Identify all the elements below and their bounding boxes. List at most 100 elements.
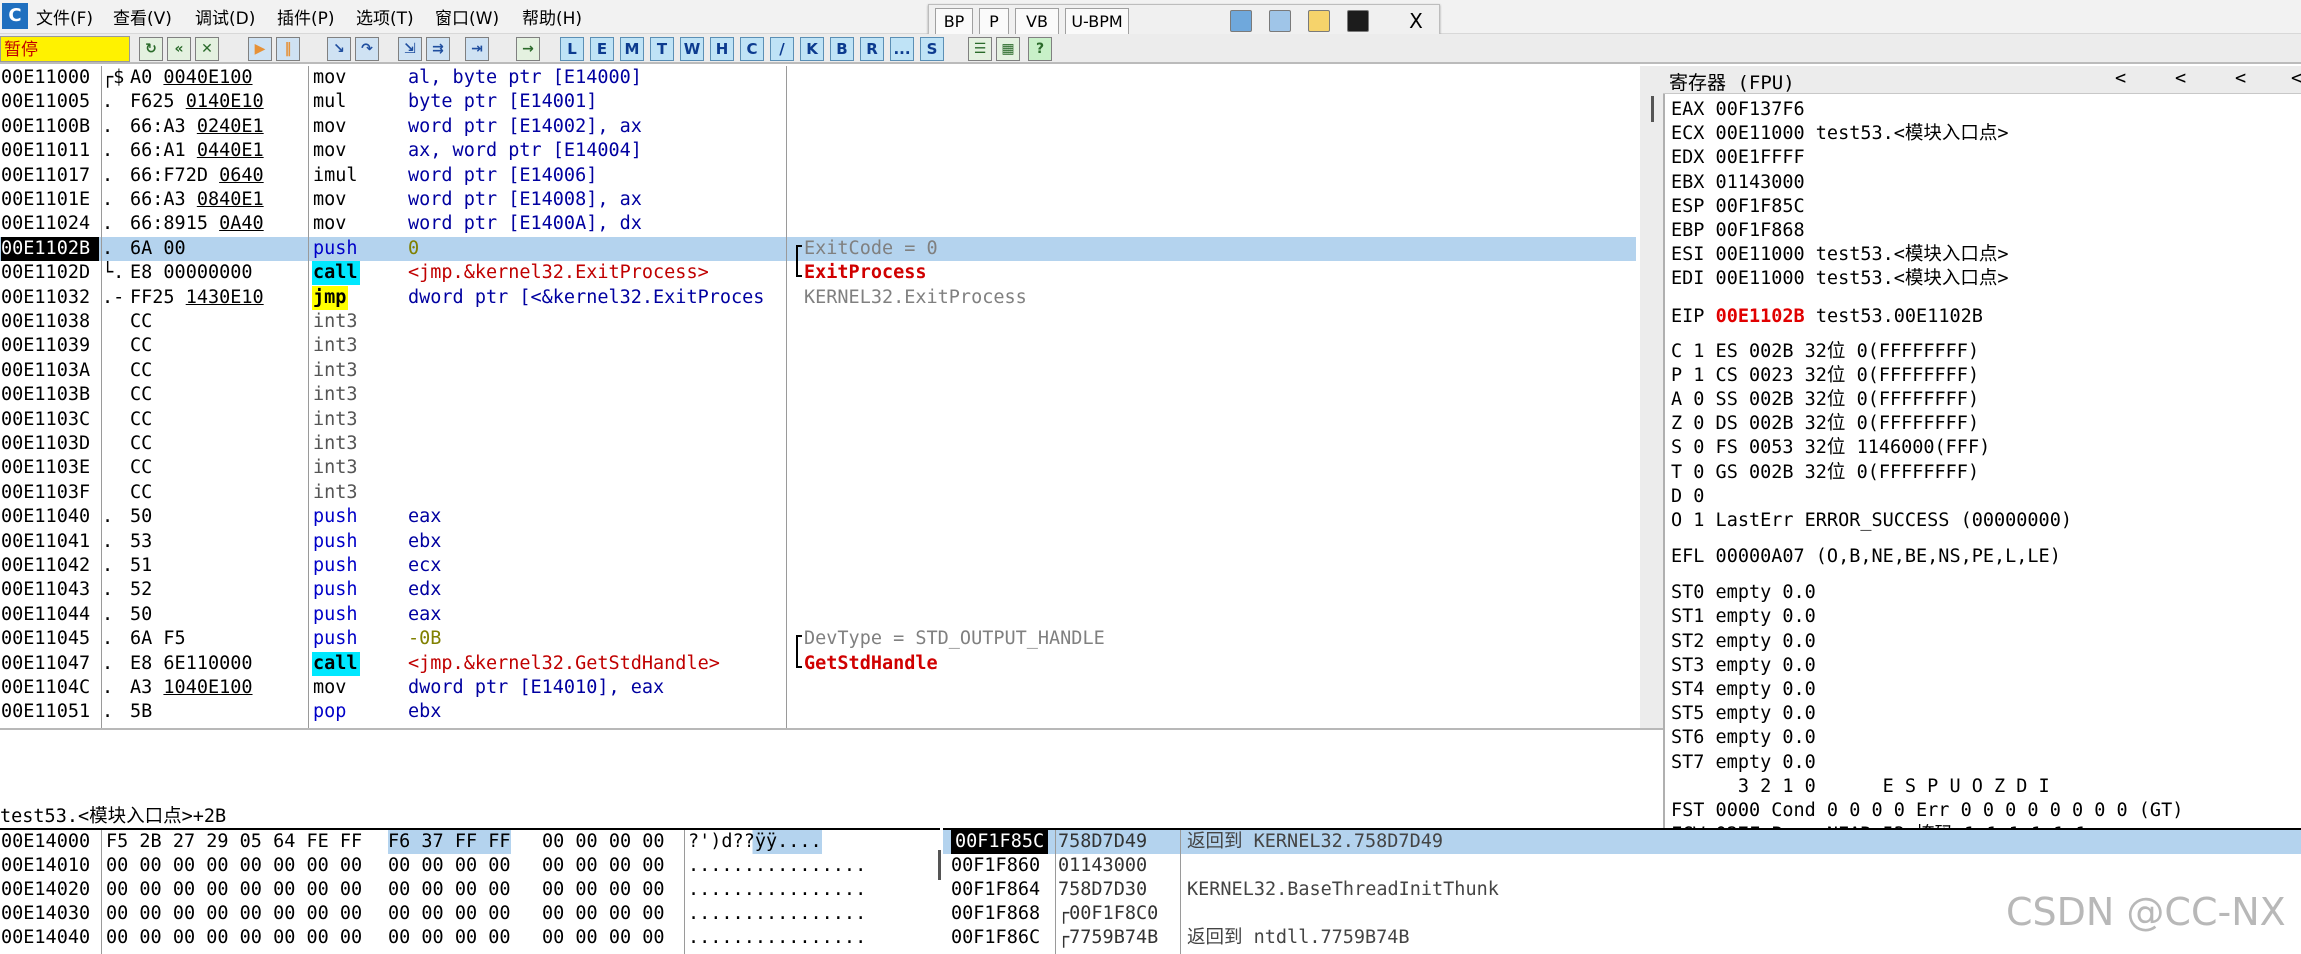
- fpu-st-line[interactable]: ST5 empty 0.0: [1671, 702, 1816, 726]
- open-icon[interactable]: ↻: [139, 37, 163, 61]
- u-bpm-button[interactable]: U-BPM: [1065, 8, 1129, 35]
- references-window-icon[interactable]: R: [860, 37, 884, 61]
- trace-into-icon[interactable]: ⇲: [398, 37, 422, 61]
- disasm-row[interactable]: 00E11045. 6A F5 push -0B DevType = STD_OUTPU…: [0, 627, 1636, 651]
- fpu-st-line[interactable]: ST3 empty 0.0: [1671, 654, 1816, 678]
- flag-segment-line[interactable]: T 0 GS 002B 32位 0(FFFFFFFF): [1671, 461, 1979, 485]
- menu-options[interactable]: 选项(T): [356, 4, 414, 29]
- disasm-row[interactable]: 00E1103A CC int3: [0, 359, 1636, 383]
- dump-row[interactable]: 00E14000 F5 2B 27 29 05 64 FE FF F6 37 FF …: [0, 830, 940, 854]
- run-icon[interactable]: ▶: [248, 37, 272, 61]
- flag-segment-line[interactable]: O 1 LastErr ERROR_SUCCESS (00000000): [1671, 509, 2072, 533]
- settings-grid-icon[interactable]: ▦: [996, 37, 1020, 61]
- disasm-row[interactable]: 00E11041. 53 push ebx: [0, 530, 1636, 554]
- register-line[interactable]: EAX 00F137F6: [1671, 98, 1805, 122]
- dump-row[interactable]: 00E14040 00 00 00 00 00 00 00 00 00 00 00 …: [0, 926, 940, 950]
- prev-arrow-icon[interactable]: <: [2291, 68, 2301, 89]
- register-line[interactable]: ESP 00F1F85C: [1671, 195, 1805, 219]
- disasm-row[interactable]: 00E11032 .- FF25 1430E10 jmp dword ptr [<&ke…: [0, 285, 1636, 310]
- folder-icon[interactable]: [1308, 10, 1330, 32]
- console-icon[interactable]: [1347, 10, 1369, 32]
- flag-segment-line[interactable]: S 0 FS 0053 32位 1146000(FFF): [1671, 436, 1990, 460]
- log-window-icon[interactable]: L: [560, 37, 584, 61]
- stack-row[interactable]: 00F1F85C 758D7D49 返回到 KERNEL32.758D7D49: [943, 830, 2301, 854]
- dump-row[interactable]: 00E14030 00 00 00 00 00 00 00 00 00 00 00 …: [0, 902, 940, 926]
- register-line[interactable]: EBX 01143000: [1671, 171, 1805, 195]
- flag-segment-line[interactable]: P 1 CS 0023 32位 0(FFFFFFFF): [1671, 364, 1979, 388]
- patches-window-icon[interactable]: /: [770, 37, 794, 61]
- menu-window[interactable]: 窗口(W): [435, 4, 499, 29]
- close-program-icon[interactable]: ✕: [195, 37, 219, 61]
- disasm-row[interactable]: 00E11042. 51 push ecx: [0, 554, 1636, 578]
- disasm-row[interactable]: 00E1104C. A3 1040E100 mov dword ptr [E14010…: [0, 676, 1636, 700]
- disassembly-scrollbar[interactable]: [1640, 66, 1663, 728]
- register-line[interactable]: EDI 00E11000 test53.<模块入口点>: [1671, 267, 2009, 291]
- register-line[interactable]: ESI 00E11000 test53.<模块入口点>: [1671, 243, 2009, 267]
- register-scroll-thumb[interactable]: [1651, 96, 1654, 122]
- windows-window-icon[interactable]: W: [680, 37, 704, 61]
- disasm-row[interactable]: 00E1103B CC int3: [0, 383, 1636, 407]
- source-window-icon[interactable]: S: [920, 37, 944, 61]
- flag-segment-line[interactable]: Z 0 DS 002B 32位 0(FFFFFFFF): [1671, 412, 1979, 436]
- document-icon[interactable]: [1230, 10, 1252, 32]
- disasm-row[interactable]: 00E1103E CC int3: [0, 456, 1636, 480]
- bp-button[interactable]: BP: [935, 8, 973, 35]
- fpu-st-line[interactable]: ST7 empty 0.0: [1671, 751, 1816, 775]
- flag-segment-line[interactable]: A 0 SS 002B 32位 0(FFFFFFFF): [1671, 388, 1979, 412]
- dump-scroll-thumb[interactable]: [938, 850, 941, 880]
- fpu-st-line[interactable]: ST0 empty 0.0: [1671, 581, 1816, 605]
- modules-window-icon[interactable]: E: [590, 37, 614, 61]
- close-icon[interactable]: X: [1403, 8, 1429, 34]
- register-line[interactable]: ECX 00E11000 test53.<模块入口点>: [1671, 122, 2009, 146]
- disasm-row[interactable]: 00E1103F CC int3: [0, 481, 1636, 505]
- list-icon[interactable]: [1269, 10, 1291, 32]
- register-eip[interactable]: EIP 00E1102B test53.00E1102B: [1671, 305, 1983, 329]
- disasm-row[interactable]: 00E1103C CC int3: [0, 408, 1636, 432]
- memory-window-icon[interactable]: M: [620, 37, 644, 61]
- menu-file[interactable]: 文件(F): [36, 4, 93, 29]
- dump-row[interactable]: 00E14010 00 00 00 00 00 00 00 00 00 00 00 …: [0, 854, 940, 878]
- disassembly-pane[interactable]: 00E11000 ┌$ A0 0040E100 mov al, byte ptr [E1…: [0, 66, 1640, 728]
- cpu-window-icon[interactable]: C: [740, 37, 764, 61]
- dump-row[interactable]: 00E14020 00 00 00 00 00 00 00 00 00 00 00 …: [0, 878, 940, 902]
- help-icon[interactable]: ?: [1028, 37, 1052, 61]
- register-line[interactable]: EDX 00E1FFFF: [1671, 146, 1805, 170]
- prev-arrow-icon[interactable]: <: [2235, 68, 2246, 89]
- disasm-row[interactable]: 00E11047. E8 6E110000 call <jmp.&kernel32.G…: [0, 651, 1636, 676]
- memory-dump-pane[interactable]: 00E14000 F5 2B 27 29 05 64 FE FF F6 37 FF …: [0, 828, 940, 954]
- p-button[interactable]: P: [979, 8, 1009, 35]
- restart-icon[interactable]: «: [167, 37, 191, 61]
- disasm-row[interactable]: 00E1100B. 66:A3 0240E1 mov word ptr [E14002…: [0, 115, 1636, 139]
- disasm-row[interactable]: 00E1102D └. E8 00000000 call <jmp.&kernel32.…: [0, 261, 1636, 286]
- disasm-row[interactable]: 00E11038 CC int3: [0, 310, 1636, 334]
- disasm-row[interactable]: 00E11051. 5B pop ebx: [0, 700, 1636, 724]
- menu-plugins[interactable]: 插件(P): [277, 4, 335, 29]
- eflags-line[interactable]: EFL 00000A07 (O,B,NE,BE,NS,PE,L,LE): [1671, 545, 2061, 569]
- vb-button[interactable]: VB: [1015, 8, 1059, 35]
- fpu-st-line[interactable]: ST1 empty 0.0: [1671, 605, 1816, 629]
- disasm-row[interactable]: 00E1101E. 66:A3 0840E1 mov word ptr [E14008…: [0, 188, 1636, 212]
- disasm-row[interactable]: 00E1102B. 6A 00 push 0 ExitCode = 0: [0, 236, 1636, 261]
- fpu-st-line[interactable]: ST4 empty 0.0: [1671, 678, 1816, 702]
- flag-segment-line[interactable]: C 1 ES 002B 32位 0(FFFFFFFF): [1671, 340, 1979, 364]
- list-view-icon[interactable]: ☰: [968, 37, 992, 61]
- disasm-row[interactable]: 00E11000 ┌$ A0 0040E100 mov al, byte ptr [E1…: [0, 66, 1636, 90]
- prev-arrow-icon[interactable]: <: [2115, 68, 2126, 89]
- stack-row[interactable]: 00F1F860 01143000: [943, 854, 2301, 878]
- goto-icon[interactable]: →: [516, 37, 540, 61]
- disasm-row[interactable]: 00E11005. F625 0140E10 mul byte ptr [E14001…: [0, 90, 1636, 114]
- prev-arrow-icon[interactable]: <: [2175, 68, 2186, 89]
- fpu-status-line[interactable]: FST 0000 Cond 0 0 0 0 Err 0 0 0 0 0 0 0 …: [1671, 799, 2183, 823]
- threads-window-icon[interactable]: T: [650, 37, 674, 61]
- disasm-row[interactable]: 00E11024. 66:8915 0A40 mov word ptr [E1400A…: [0, 212, 1636, 236]
- menu-debug[interactable]: 调试(D): [195, 4, 255, 29]
- step-into-icon[interactable]: ↘: [327, 37, 351, 61]
- handles-window-icon[interactable]: H: [710, 37, 734, 61]
- register-line[interactable]: EBP 00F1F868: [1671, 219, 1805, 243]
- pause-icon[interactable]: ‖: [276, 37, 300, 61]
- execute-till-return-icon[interactable]: ⇥: [465, 37, 489, 61]
- disasm-row[interactable]: 00E11040. 50 push eax: [0, 505, 1636, 529]
- disasm-row[interactable]: 00E11017. 66:F72D 0640 imul word ptr [E1400…: [0, 164, 1636, 188]
- fpu-st-line[interactable]: ST2 empty 0.0: [1671, 630, 1816, 654]
- breakpoints-window-icon[interactable]: B: [830, 37, 854, 61]
